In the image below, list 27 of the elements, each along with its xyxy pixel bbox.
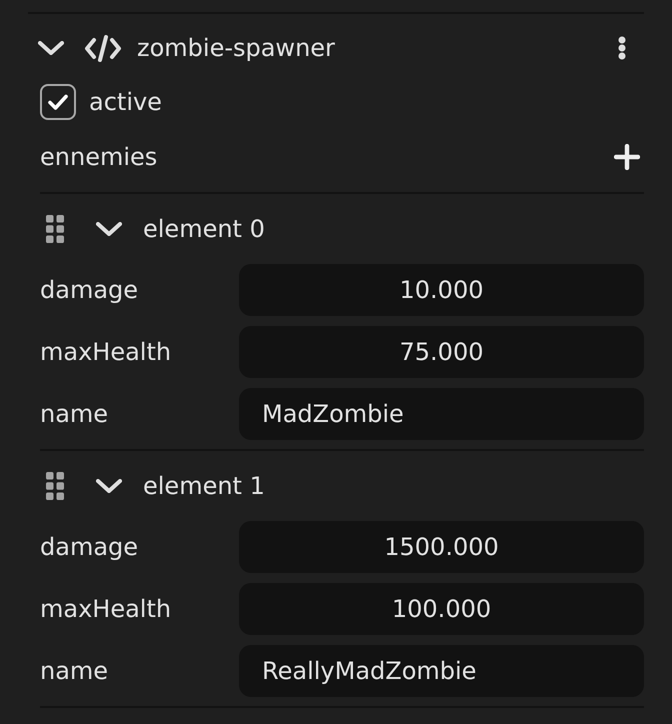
element-title: element 0 bbox=[143, 215, 265, 243]
chevron-icon[interactable] bbox=[96, 222, 122, 236]
field-label: name bbox=[40, 657, 110, 685]
number-field[interactable]: 10.000 bbox=[239, 264, 644, 316]
list-label: ennemies bbox=[40, 143, 158, 171]
checkbox-label: active bbox=[89, 88, 162, 116]
add-icon[interactable] bbox=[614, 144, 640, 170]
more-icon[interactable] bbox=[618, 36, 626, 60]
code-icon bbox=[84, 34, 122, 62]
number-field[interactable]: 1500.000 bbox=[239, 521, 644, 573]
field-label: maxHealth bbox=[40, 595, 172, 623]
field-label: name bbox=[40, 400, 110, 428]
number-field[interactable]: 75.000 bbox=[239, 326, 644, 378]
field-label: maxHealth bbox=[40, 338, 172, 366]
element-title: element 1 bbox=[143, 472, 265, 500]
chevron-icon[interactable] bbox=[38, 41, 64, 55]
drag-handle-icon[interactable] bbox=[46, 215, 64, 243]
checkbox[interactable] bbox=[40, 84, 76, 120]
field-label: damage bbox=[40, 276, 140, 304]
chevron-icon[interactable] bbox=[96, 479, 122, 493]
text-field[interactable]: ReallyMadZombie bbox=[239, 645, 644, 697]
checkmark-icon bbox=[48, 94, 68, 110]
number-field[interactable]: 100.000 bbox=[239, 583, 644, 635]
component-title: zombie-spawner bbox=[137, 34, 335, 62]
text-field[interactable]: MadZombie bbox=[239, 388, 644, 440]
drag-handle-icon[interactable] bbox=[46, 472, 64, 500]
field-label: damage bbox=[40, 533, 140, 561]
